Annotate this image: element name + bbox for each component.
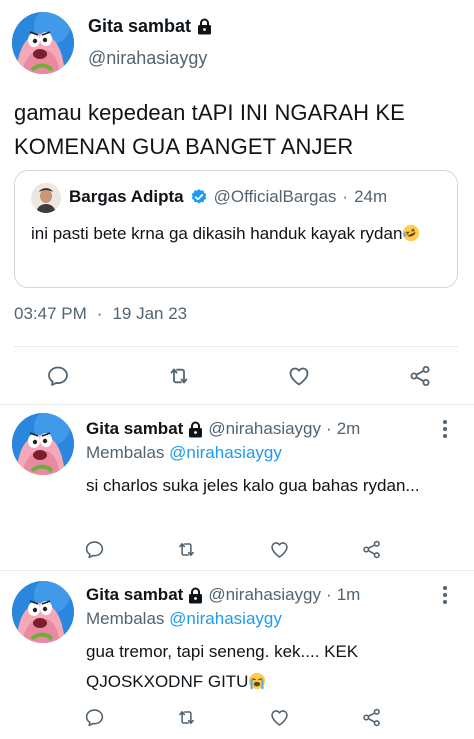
retweet-icon xyxy=(176,539,197,560)
replying-to-line: Membalas @nirahasiaygy xyxy=(86,609,282,629)
avatar[interactable] xyxy=(12,413,74,475)
lock-icon xyxy=(188,421,203,438)
retweet-button[interactable] xyxy=(167,364,191,388)
avatar[interactable] xyxy=(12,12,74,74)
share-icon xyxy=(361,707,382,728)
quote-avatar[interactable] xyxy=(31,183,61,213)
heart-icon xyxy=(269,707,290,728)
reply-button[interactable] xyxy=(46,364,70,388)
quote-age: 24m xyxy=(354,187,388,206)
like-button[interactable] xyxy=(269,539,290,560)
reply-text: si charlos suka jeles kalo gua bahas ryd… xyxy=(86,476,420,495)
tweet-date[interactable]: 19 Jan 23 xyxy=(112,304,187,324)
divider xyxy=(14,346,458,347)
retweet-icon xyxy=(176,707,197,728)
reply-button[interactable] xyxy=(84,539,105,560)
quote-author-name[interactable]: Bargas Adipta xyxy=(69,187,184,207)
timestamp-row: 03:47 PM · 19 Jan 23 xyxy=(14,304,187,324)
tweet-time[interactable]: 03:47 PM xyxy=(14,304,87,324)
action-bar xyxy=(46,364,432,388)
reply-text: gua tremor, tapi seneng. kek.... KEK QJO… xyxy=(86,642,359,691)
reply-header: Gita sambat @nirahasiaygy · 1m xyxy=(86,585,360,605)
share-button[interactable] xyxy=(361,707,382,728)
author-name[interactable]: Gita sambat xyxy=(86,585,183,605)
reply-text-container: gua tremor, tapi seneng. kek.... KEK QJO… xyxy=(86,637,446,697)
author-handle[interactable]: @nirahasiaygy xyxy=(88,48,207,69)
action-bar xyxy=(84,539,382,560)
reply-age: 1m xyxy=(336,585,361,604)
avatar[interactable] xyxy=(12,581,74,643)
retweet-button[interactable] xyxy=(176,539,197,560)
reply-age: 2m xyxy=(336,419,361,438)
reply-tweet[interactable]: Gita sambat @nirahasiaygy · 2m Membalas … xyxy=(0,405,474,569)
like-button[interactable] xyxy=(269,707,290,728)
comment-icon xyxy=(46,364,70,388)
retweet-icon xyxy=(167,364,191,388)
lock-icon xyxy=(188,587,203,604)
comment-icon xyxy=(84,707,105,728)
share-button[interactable] xyxy=(408,364,432,388)
replying-to-line: Membalas @nirahasiaygy xyxy=(86,443,282,463)
replying-label: Membalas xyxy=(86,609,165,628)
more-vertical-icon[interactable] xyxy=(442,419,448,439)
reply-tweet[interactable]: Gita sambat @nirahasiaygy · 1m Membalas … xyxy=(0,571,474,739)
tweet-text: gamau kepedean tAPI INI NGARAH KE KOMENA… xyxy=(14,100,405,159)
heart-icon xyxy=(269,539,290,560)
reply-button[interactable] xyxy=(84,707,105,728)
main-tweet: Gita sambat @nirahasiaygy gamau kepedean… xyxy=(0,0,474,402)
quote-text-container: ini pasti bete krna ga dikasih handuk ka… xyxy=(31,219,441,249)
rofl-emoji-icon xyxy=(403,224,420,242)
separator-dot: · xyxy=(96,304,103,323)
mention-link[interactable]: @nirahasiaygy xyxy=(169,609,282,628)
verified-badge-icon xyxy=(191,189,206,204)
share-button[interactable] xyxy=(361,539,382,560)
reply-header: Gita sambat @nirahasiaygy · 2m xyxy=(86,419,360,439)
share-icon xyxy=(408,364,432,388)
like-button[interactable] xyxy=(287,364,311,388)
quote-header: Bargas Adipta @OfficialBargas · 24m xyxy=(69,187,387,207)
mention-link[interactable]: @nirahasiaygy xyxy=(169,443,282,462)
author-name[interactable]: Gita sambat xyxy=(88,16,191,37)
heart-icon xyxy=(287,364,311,388)
share-icon xyxy=(361,539,382,560)
separator-dot: · xyxy=(342,187,349,206)
retweet-button[interactable] xyxy=(176,707,197,728)
quoted-tweet[interactable]: Bargas Adipta @OfficialBargas · 24m ini … xyxy=(14,170,458,288)
author-name[interactable]: Gita sambat xyxy=(86,419,183,439)
separator-dot: · xyxy=(326,585,332,604)
author-handle[interactable]: @nirahasiaygy xyxy=(208,419,321,439)
action-bar xyxy=(84,707,382,728)
more-vertical-icon[interactable] xyxy=(442,585,448,605)
author-name-row[interactable]: Gita sambat xyxy=(88,16,212,37)
crying-emoji-icon xyxy=(249,672,266,690)
lock-icon xyxy=(197,18,212,35)
author-handle[interactable]: @nirahasiaygy xyxy=(208,585,321,605)
separator-dot: · xyxy=(326,419,332,438)
quote-text: ini pasti bete krna ga dikasih handuk ka… xyxy=(31,224,403,243)
replying-label: Membalas xyxy=(86,443,165,462)
comment-icon xyxy=(84,539,105,560)
quote-author-handle[interactable]: @OfficialBargas xyxy=(214,187,337,207)
